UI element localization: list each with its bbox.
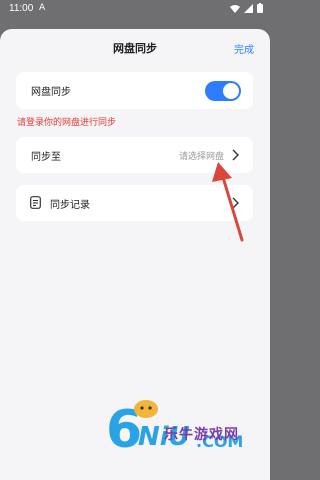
sync-toggle-row: 网盘同步 — [16, 72, 253, 109]
status-icons — [230, 3, 263, 13]
wifi-icon — [230, 4, 240, 13]
document-icon — [30, 196, 41, 209]
sync-record-label: 同步记录 — [50, 200, 90, 211]
page-title: 网盘同步 — [113, 42, 157, 55]
status-time: 11:00 — [9, 3, 34, 14]
battery-icon — [257, 3, 263, 13]
notification-icon: A — [39, 3, 46, 13]
login-warning: 请登录你的网盘进行同步 — [17, 118, 117, 128]
sync-toggle-label: 网盘同步 — [31, 87, 71, 98]
sync-toggle[interactable] — [205, 81, 241, 101]
done-button[interactable]: 完成 — [234, 41, 254, 56]
toggle-knob — [223, 83, 239, 99]
signal-icon — [244, 3, 253, 13]
sync-target-label: 同步至 — [31, 152, 61, 163]
watermark-text: 乐牛游戏网 — [164, 427, 239, 443]
annotation-arrow — [212, 162, 244, 242]
status-bar: 11:00 A — [0, 0, 270, 18]
